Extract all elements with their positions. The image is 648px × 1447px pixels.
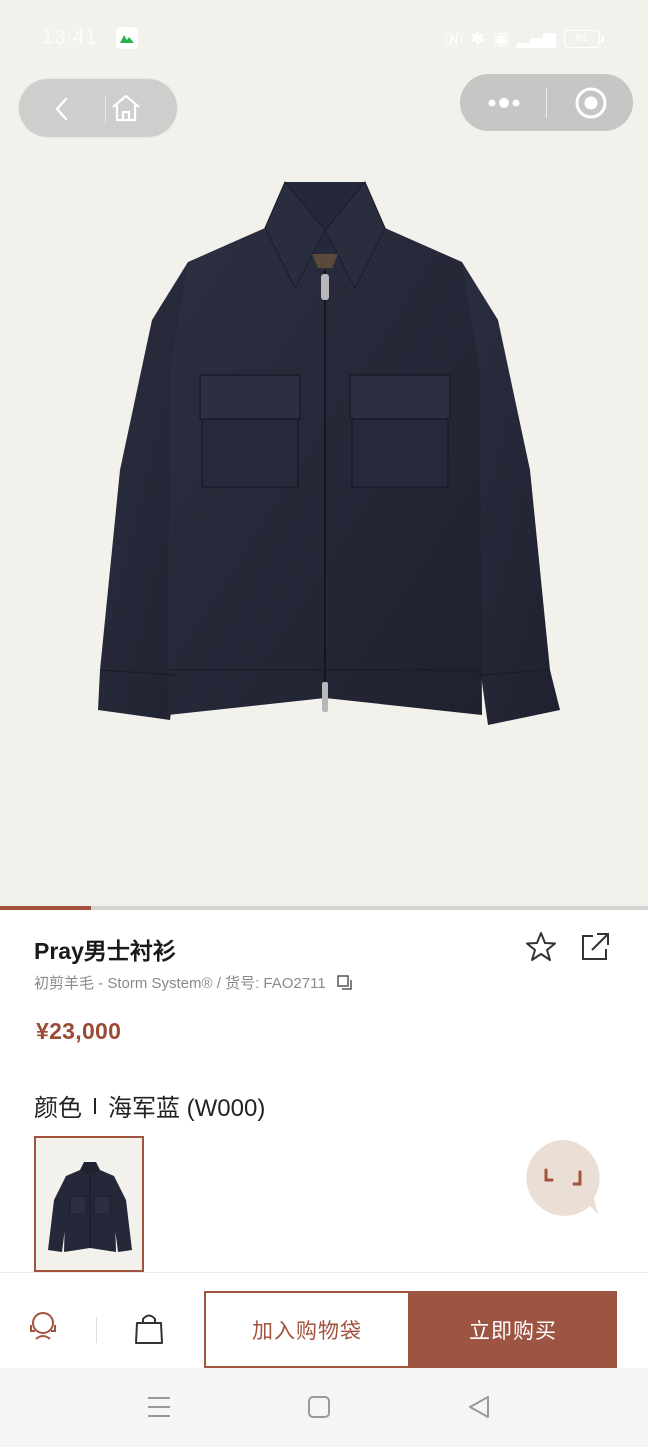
status-indicators: Ⓝ ✱ ▣ ▂▄▆ 61 <box>445 26 604 51</box>
copy-icon[interactable] <box>336 974 354 992</box>
triangle-back-icon[interactable] <box>466 1394 492 1420</box>
more-icon[interactable] <box>484 92 524 114</box>
color-label: 颜色 <box>34 1095 82 1122</box>
signal-icon: ▂▄▆ <box>516 28 556 49</box>
product-price: ¥23,000 <box>36 1018 122 1044</box>
square-icon[interactable] <box>306 1394 332 1420</box>
product-gallery[interactable]: 13:41 Ⓝ ✱ ▣ ▂▄▆ 61 <box>0 0 648 910</box>
add-to-bag-button[interactable]: 加入购物袋 <box>204 1291 410 1368</box>
capsule-divider <box>546 88 547 118</box>
gallery-progress <box>0 906 648 910</box>
product-title: Pray男士衬衫 <box>34 938 176 964</box>
swatch-thumbnail <box>48 1162 132 1252</box>
star-icon[interactable] <box>524 930 558 964</box>
chat-icon[interactable] <box>522 1138 602 1218</box>
app-notification-icon <box>116 27 138 49</box>
nav-pill <box>18 78 178 138</box>
gallery-progress-fill <box>0 906 91 910</box>
product-image[interactable] <box>80 170 570 750</box>
color-row: 颜色 海军蓝 (W000) <box>34 1088 265 1123</box>
menu-icon[interactable] <box>146 1394 172 1420</box>
action-divider <box>96 1317 97 1343</box>
home-icon[interactable] <box>109 91 143 125</box>
share-icon[interactable] <box>578 930 612 964</box>
product-subtitle-row: 初剪羊毛 - Storm System® / 货号: FAO2711 <box>34 972 354 993</box>
status-bar: 13:41 Ⓝ ✱ ▣ ▂▄▆ 61 <box>0 0 648 76</box>
buy-now-button[interactable]: 立即购买 <box>409 1291 617 1368</box>
action-bar: 加入购物袋 立即购买 <box>0 1272 648 1368</box>
nav-divider <box>105 95 106 123</box>
product-subtitle: 初剪羊毛 - Storm System® / 货号: FAO2711 <box>34 975 326 992</box>
system-navigation-bar <box>0 1368 648 1447</box>
battery-icon: 61 <box>564 29 604 48</box>
bluetooth-icon: ✱ <box>470 28 485 49</box>
color-swatch-navy[interactable] <box>34 1136 144 1272</box>
back-icon[interactable] <box>47 93 77 125</box>
shopping-bag-icon[interactable] <box>132 1311 166 1345</box>
color-separator <box>94 1097 96 1114</box>
hd-icon: ▣ <box>492 28 509 49</box>
nfc-icon: Ⓝ <box>445 31 463 51</box>
status-time: 13:41 <box>42 26 98 49</box>
color-value: 海军蓝 (W000) <box>108 1095 266 1122</box>
miniprogram-capsule <box>460 74 633 131</box>
close-target-icon[interactable] <box>574 86 608 120</box>
customer-service-icon[interactable] <box>26 1309 60 1343</box>
